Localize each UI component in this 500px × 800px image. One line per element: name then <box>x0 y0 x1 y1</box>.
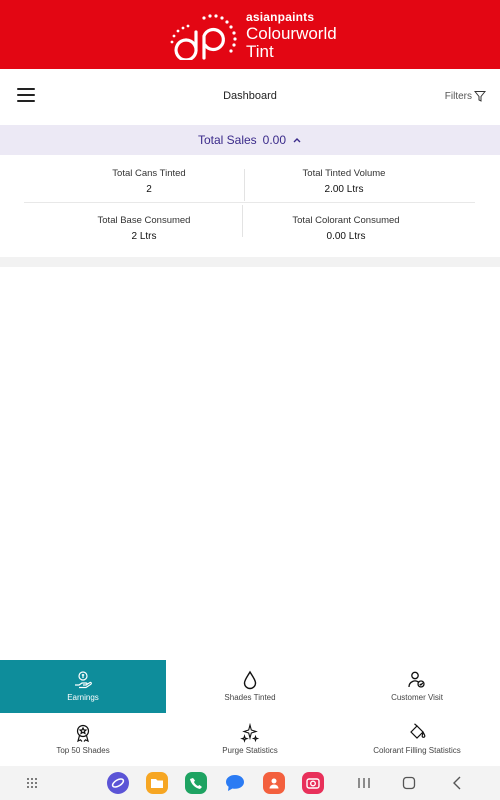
stat-label: Total Tinted Volume <box>302 168 386 179</box>
sparkle-icon <box>240 723 260 744</box>
stat-value: 0.00 Ltrs <box>326 231 366 242</box>
tile-label: Shades Tinted <box>224 693 276 703</box>
total-sales-toggle[interactable]: Total Sales 0.00 <box>0 125 500 155</box>
stat-value: 2.00 Ltrs <box>324 184 364 195</box>
total-sales-value: 0.00 <box>262 133 287 147</box>
total-sales-label: Total Sales <box>197 133 257 147</box>
stat-label: Total Cans Tinted <box>112 168 186 179</box>
tile-label: Customer Visit <box>391 693 443 703</box>
app-drawer-icon[interactable] <box>26 777 38 789</box>
brand-wordmark: asianpaints Colourworld Tint <box>246 11 337 60</box>
page-title: Dashboard <box>223 90 277 102</box>
messages-icon[interactable] <box>224 772 246 794</box>
stat-label: Total Colorant Consumed <box>292 215 400 226</box>
phone-icon[interactable] <box>185 772 207 794</box>
filters-label: Filters <box>444 90 472 102</box>
drop-icon <box>243 671 257 690</box>
internet-browser-icon[interactable] <box>107 772 129 794</box>
brand-line-2: Colourworld <box>246 24 337 43</box>
stat-value: 2 Ltrs <box>131 231 157 242</box>
award-badge-icon <box>76 725 90 743</box>
brand-line-1: asianpaints <box>246 10 315 24</box>
tile-customer-visit[interactable]: Customer Visit <box>334 660 500 713</box>
recents-icon[interactable] <box>357 776 371 790</box>
tile-label: Earnings <box>67 693 99 703</box>
earnings-hand-icon <box>75 671 92 689</box>
divider <box>242 205 243 237</box>
chevron-up-icon <box>293 138 301 143</box>
stat-total-tinted-volume: Total Tinted Volume 2.00 Ltrs <box>234 168 454 195</box>
tile-top-50-shades[interactable]: Top 50 Shades <box>0 713 166 766</box>
stat-value: 2 <box>146 184 152 195</box>
dashboard-tiles: Earnings Shades Tinted Customer Visit To… <box>0 660 500 766</box>
stat-total-colorant-consumed: Total Colorant Consumed 0.00 Ltrs <box>236 215 456 242</box>
filter-funnel-icon <box>474 91 486 102</box>
tile-label: Colorant Filling Statistics <box>373 746 461 756</box>
customer-visit-icon <box>408 672 425 689</box>
stat-total-cans-tinted: Total Cans Tinted 2 <box>39 168 259 195</box>
brand-line-3: Tint <box>246 42 274 61</box>
stat-total-base-consumed: Total Base Consumed 2 Ltrs <box>34 215 254 242</box>
tile-colorant-filling-statistics[interactable]: Colorant Filling Statistics <box>334 713 500 766</box>
home-icon[interactable] <box>402 776 416 790</box>
stat-label: Total Base Consumed <box>97 215 191 226</box>
camera-icon[interactable] <box>302 772 324 794</box>
my-files-icon[interactable] <box>146 772 168 794</box>
tile-purge-statistics[interactable]: Purge Statistics <box>167 713 333 766</box>
back-icon[interactable] <box>452 776 462 790</box>
app-bar: Dashboard Filters <box>0 69 500 125</box>
filters-button[interactable]: Filters <box>445 90 486 102</box>
tile-label: Purge Statistics <box>222 746 278 756</box>
asianpaints-logo-icon <box>170 14 237 60</box>
tile-shades-tinted[interactable]: Shades Tinted <box>167 660 333 713</box>
tile-earnings[interactable]: Earnings <box>0 660 166 713</box>
tile-label: Top 50 Shades <box>56 746 110 756</box>
divider <box>24 202 475 203</box>
contacts-icon[interactable] <box>263 772 285 794</box>
section-separator <box>0 257 500 267</box>
stats-panel: Total Cans Tinted 2 Total Tinted Volume … <box>0 155 500 257</box>
divider <box>244 169 245 201</box>
brand-header: asianpaints Colourworld Tint <box>0 0 500 69</box>
paint-bucket-icon <box>410 723 426 740</box>
system-navigation-bar <box>0 766 500 800</box>
